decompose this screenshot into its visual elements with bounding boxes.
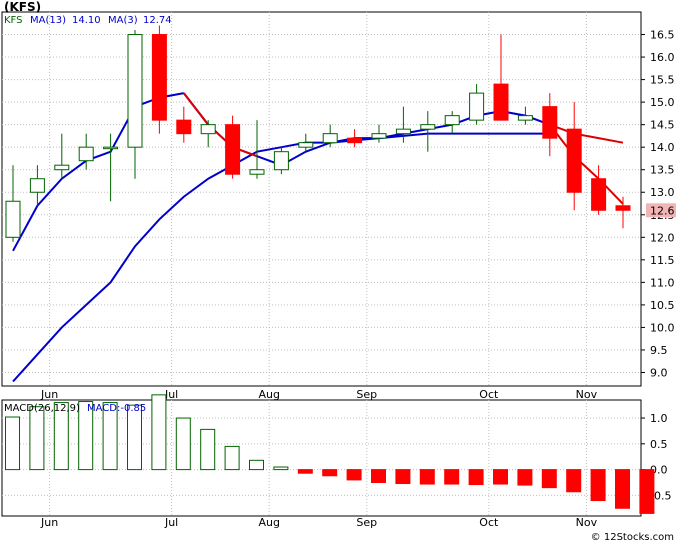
candle-body	[347, 137, 363, 144]
price-y-tick-label: 15.5	[650, 74, 675, 87]
legend-symbol: KFS	[4, 15, 23, 26]
candle-body	[200, 124, 216, 135]
macd-x-tick-label: Oct	[479, 516, 499, 529]
macd-x-tick-label: Nov	[576, 516, 598, 529]
macd-bar	[322, 469, 338, 477]
legend-ma3-value: 12.74	[143, 15, 172, 26]
legend-ma13-value: 14.10	[72, 15, 101, 26]
macd-x-tick-label: Jun	[40, 516, 58, 529]
price-y-tick-label: 12.0	[650, 231, 675, 244]
price-x-tick-label: Nov	[576, 388, 598, 401]
candle-body	[273, 151, 289, 171]
macd-bar	[419, 469, 435, 485]
macd-panel-frame	[1, 399, 642, 517]
macd-bar	[224, 445, 240, 471]
macd-bar	[615, 469, 630, 509]
price-y-tick-label: 16.0	[650, 51, 675, 64]
macd-y-tick-label: 1.0	[650, 412, 668, 425]
price-badge-label: 12.6	[650, 204, 675, 217]
macd-bar	[127, 404, 142, 471]
candle-body	[225, 124, 241, 175]
legend-ma13-label: MA(13)	[30, 15, 66, 26]
macd-legend-value: MACD:-0.85	[87, 403, 147, 414]
price-x-tick-label: Aug	[258, 388, 279, 401]
macd-y-tick-label: 0.5	[650, 438, 668, 451]
macd-legend-label: MACD(26,12,9)	[4, 403, 80, 414]
macd-bar	[444, 469, 460, 485]
candle-body	[322, 133, 338, 144]
candle-body	[493, 83, 509, 121]
price-y-tick-label: 16.5	[650, 29, 675, 42]
macd-bar	[517, 469, 533, 486]
candle-body	[5, 200, 21, 238]
candle-body	[566, 128, 582, 193]
price-y-tick-label: 13.5	[650, 164, 675, 177]
price-y-tick-label: 10.5	[650, 299, 675, 312]
candle-body	[298, 142, 314, 148]
ticker-label: (KFS)	[4, 0, 42, 14]
candle-body	[29, 178, 45, 193]
candle-body	[54, 164, 70, 171]
macd-bar	[175, 417, 191, 471]
price-y-tick-label: 15.0	[650, 96, 675, 109]
macd-x-tick-label: Jul	[164, 516, 178, 529]
macd-bar	[273, 466, 289, 471]
macd-bar	[468, 469, 484, 486]
candle-body	[420, 124, 436, 130]
price-x-tick-label: Oct	[479, 388, 499, 401]
macd-bar	[5, 416, 20, 471]
macd-bar	[541, 469, 557, 489]
macd-bar	[151, 394, 167, 471]
macd-bar	[29, 406, 45, 471]
macd-x-tick-label: Aug	[258, 516, 279, 529]
candle-body	[591, 178, 607, 211]
candle-body	[469, 92, 485, 121]
macd-bar	[639, 469, 655, 514]
macd-bar	[346, 469, 362, 481]
candle-body	[78, 146, 94, 162]
price-y-tick-label: 13.0	[650, 186, 675, 199]
price-y-tick-label: 14.0	[650, 141, 675, 154]
legend-ma3-label: MA(3)	[108, 15, 138, 26]
price-x-tick-label: Jun	[40, 388, 58, 401]
candle-body	[395, 128, 411, 135]
candle-body	[127, 34, 143, 148]
price-y-tick-label: 9.0	[650, 366, 668, 379]
price-panel-frame	[1, 11, 642, 387]
macd-bar	[590, 469, 606, 502]
footer-credit: © 12Stocks.com	[590, 532, 674, 543]
candle-body	[151, 34, 167, 121]
macd-x-tick-label: Sep	[356, 516, 377, 529]
macd-bar	[200, 428, 216, 471]
candle-body	[615, 205, 631, 211]
candle-body	[249, 169, 265, 175]
macd-bar	[249, 459, 264, 471]
price-y-tick-label: 11.0	[650, 276, 675, 289]
macd-bar	[371, 469, 386, 483]
price-y-tick-label: 10.0	[650, 321, 675, 334]
candle-body	[176, 119, 192, 135]
macd-bar	[297, 469, 313, 474]
price-y-tick-label: 11.5	[650, 254, 675, 267]
macd-bar	[493, 469, 508, 485]
price-x-tick-label: Sep	[356, 388, 377, 401]
macd-bar	[566, 469, 582, 493]
macd-bar	[395, 469, 411, 485]
candle-body	[517, 115, 533, 121]
chart-canvas: 9.09.510.010.511.011.512.012.513.013.514…	[1, 11, 676, 529]
price-y-tick-label: 14.5	[650, 119, 675, 132]
candle-body	[444, 115, 460, 126]
price-y-tick-label: 9.5	[650, 344, 668, 357]
candle-body	[103, 146, 119, 150]
candle-body	[371, 133, 387, 139]
candle-body	[542, 106, 558, 139]
